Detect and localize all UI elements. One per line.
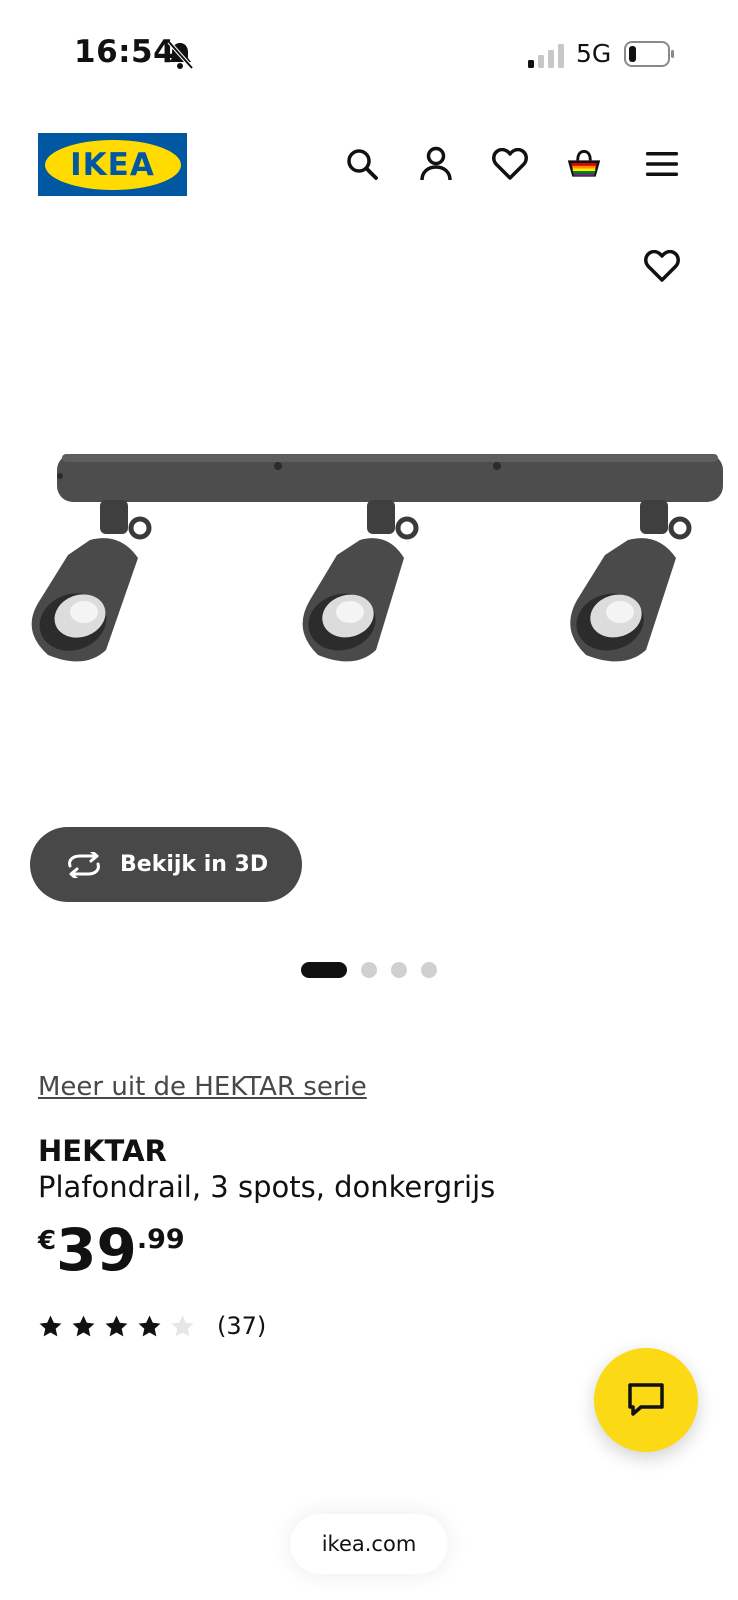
star-icon bbox=[72, 1315, 95, 1336]
heart-icon[interactable] bbox=[492, 146, 528, 182]
product-favorite-button[interactable] bbox=[644, 249, 682, 288]
rotate-icon bbox=[68, 851, 100, 878]
carousel-dot-3[interactable] bbox=[391, 962, 407, 978]
view-3d-label: Bekijk in 3D bbox=[120, 852, 269, 877]
chat-button[interactable] bbox=[594, 1348, 698, 1452]
logo-oval: IKEA bbox=[44, 139, 181, 190]
ikea-logo[interactable]: IKEA bbox=[38, 133, 187, 196]
browser-url-bar[interactable]: ikea.com bbox=[290, 1514, 448, 1574]
star-empty-icon bbox=[171, 1315, 194, 1336]
signal-icon bbox=[528, 44, 564, 68]
series-link[interactable]: Meer uit de HEKTAR serie bbox=[38, 1072, 367, 1102]
account-icon[interactable] bbox=[418, 146, 454, 182]
chat-icon bbox=[628, 1383, 664, 1416]
review-count: (37) bbox=[217, 1312, 267, 1340]
url-text: ikea.com bbox=[321, 1532, 417, 1556]
heart-icon bbox=[644, 249, 680, 282]
star-icon bbox=[138, 1315, 161, 1336]
search-icon[interactable] bbox=[344, 146, 380, 182]
product-price: € 39 .99 bbox=[38, 1218, 185, 1282]
star-icon bbox=[105, 1315, 128, 1336]
carousel-dot-2[interactable] bbox=[361, 962, 377, 978]
battery-icon bbox=[624, 41, 674, 67]
star-icon bbox=[39, 1315, 62, 1336]
carousel-dot-1[interactable] bbox=[301, 962, 347, 978]
logo-text: IKEA bbox=[70, 146, 155, 183]
price-integer: 39 bbox=[56, 1216, 137, 1284]
product-name: HEKTAR bbox=[38, 1134, 167, 1168]
product-description: Plafondrail, 3 spots, donkergrijs bbox=[38, 1170, 496, 1204]
bell-slash-icon bbox=[167, 40, 194, 70]
product-image[interactable] bbox=[0, 430, 738, 690]
menu-icon[interactable] bbox=[644, 146, 680, 182]
view-3d-button[interactable]: Bekijk in 3D bbox=[30, 827, 302, 902]
product-rating[interactable]: (37) bbox=[38, 1312, 266, 1340]
carousel-dot-4[interactable] bbox=[421, 962, 437, 978]
network-type: 5G bbox=[576, 39, 612, 68]
status-bar: 16:54 5G bbox=[0, 0, 738, 110]
carousel-indicator[interactable] bbox=[301, 962, 437, 978]
status-time: 16:54 bbox=[74, 34, 176, 70]
cart-icon[interactable] bbox=[566, 146, 602, 182]
price-currency: € bbox=[38, 1226, 57, 1256]
price-decimal: .99 bbox=[136, 1224, 185, 1255]
